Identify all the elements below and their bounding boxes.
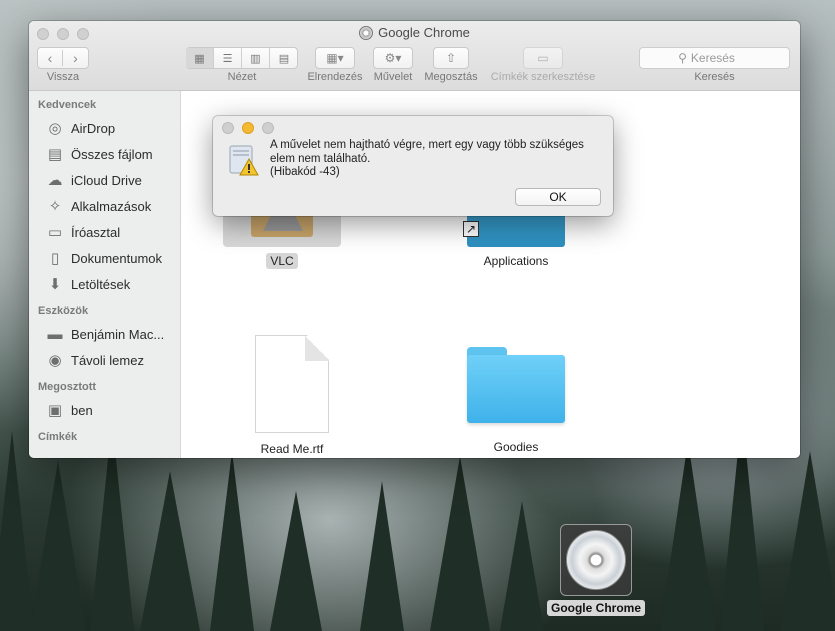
back-label: Vissza (46, 71, 80, 83)
file-item-readme[interactable]: Read Me.rtf (217, 335, 367, 457)
laptop-icon: ▬ (47, 325, 63, 343)
folder-icon (467, 347, 565, 423)
desktop-item-google-chrome[interactable]: Google Chrome (546, 524, 646, 616)
sidebar-item-label: Benjámin Mac... (71, 326, 165, 342)
view-segmented-control: ▦ ☰ ▥ ▤ (186, 47, 298, 69)
sidebar: Kedvencek ◎ AirDrop ▤ Összes fájlom ☁ iC… (29, 91, 181, 458)
arrange-button[interactable]: ▦▾ (315, 47, 355, 69)
sidebar-item-label: Dokumentumok (71, 250, 163, 266)
sidebar-item-airdrop[interactable]: ◎ AirDrop (29, 115, 180, 141)
back-button[interactable]: ‹ (38, 50, 64, 66)
sidebar-heading-tags: Címkék (38, 431, 78, 443)
sidebar-item-all-files[interactable]: ▤ Összes fájlom (29, 141, 180, 167)
window-title-text: Google Chrome (378, 25, 470, 40)
desktop-icon: ▭ (47, 224, 63, 241)
alert-error-code: (Hibakód -43) (270, 166, 340, 178)
alias-arrow-icon: ↗ (463, 221, 479, 237)
file-label: Read Me.rtf (260, 442, 324, 456)
share-icon: ⇧ (445, 51, 457, 65)
chevron-right-icon: › (73, 50, 78, 66)
downloads-icon: ⬇ (48, 276, 62, 293)
list-view-button[interactable]: ☰ (214, 48, 242, 68)
sidebar-item-documents[interactable]: ▯ Dokumentumok (29, 245, 180, 271)
file-label: VLC (266, 253, 298, 269)
documents-icon: ▯ (50, 250, 60, 267)
applications-icon: ✧ (48, 198, 62, 215)
alert-message: A művelet nem hajtható végre, mert egy v… (270, 139, 600, 180)
tag-icon: ▭ (537, 51, 549, 65)
ok-button[interactable]: OK (515, 188, 601, 206)
sidebar-item-remote-disc[interactable]: ◉ Távoli lemez (29, 347, 180, 373)
disk-image-icon (560, 524, 632, 596)
sidebar-item-icloud-drive[interactable]: ☁ iCloud Drive (29, 167, 180, 193)
sidebar-item-downloads[interactable]: ⬇ Letöltések (29, 271, 180, 297)
search-field[interactable]: ⚲ (639, 47, 790, 69)
file-item-goodies[interactable]: Goodies (441, 347, 591, 455)
search-label: Keresés (694, 71, 735, 83)
sidebar-item-desktop[interactable]: ▭ Íróasztal (29, 219, 180, 245)
icon-view-button[interactable]: ▦ (186, 48, 214, 68)
finder-window: Google Chrome ‹ › Vissza ▦ ☰ ▥ ▤ Nézet ▦… (29, 21, 800, 458)
action-label: Művelet (373, 71, 413, 83)
forward-button[interactable]: › (63, 50, 88, 66)
search-input[interactable] (690, 51, 751, 65)
sidebar-item-label: Alkalmazások (71, 198, 152, 214)
view-label: Nézet (227, 71, 257, 83)
sidebar-heading-favorites: Kedvencek (38, 99, 97, 111)
document-icon (254, 335, 330, 435)
share-label: Megosztás (424, 71, 478, 83)
arrange-label: Elrendezés (307, 71, 363, 83)
sidebar-item-label: Távoli lemez (71, 352, 144, 368)
alert-zoom-button[interactable] (262, 122, 274, 134)
columns-icon: ▥ (250, 52, 261, 65)
file-label: Applications (483, 254, 549, 268)
cloud-icon: ☁ (47, 172, 63, 189)
airdrop-icon: ◎ (48, 120, 62, 137)
sidebar-item-label: AirDrop (71, 120, 116, 136)
grid-icon: ▦ (194, 52, 205, 65)
column-view-button[interactable]: ▥ (242, 48, 270, 68)
arrange-icon: ▦▾ (326, 51, 344, 65)
window-title: Google Chrome (29, 25, 800, 40)
action-button[interactable]: ⚙▾ (373, 47, 413, 69)
edit-tags-button[interactable]: ▭ (523, 47, 563, 69)
sidebar-item-label: ben (71, 402, 93, 418)
sidebar-item-label: Letöltések (71, 276, 131, 292)
back-forward-control: ‹ › (37, 47, 89, 69)
desktop-item-label: Google Chrome (546, 600, 645, 616)
disc-icon: ◉ (48, 352, 62, 369)
alert-minimize-button[interactable] (242, 122, 254, 134)
gear-icon: ⚙▾ (384, 51, 402, 65)
sidebar-item-label: Összes fájlom (71, 146, 153, 162)
list-icon: ☰ (222, 52, 233, 65)
search-icon: ⚲ (678, 51, 687, 65)
sidebar-heading-shared: Megosztott (38, 381, 97, 393)
sidebar-item-label: Íróasztal (71, 224, 121, 240)
title-bar: Google Chrome ‹ › Vissza ▦ ☰ ▥ ▤ Nézet ▦… (29, 21, 800, 91)
share-button[interactable]: ⇧ (433, 47, 469, 69)
sidebar-item-label: iCloud Drive (71, 172, 142, 188)
error-alert-dialog: A művelet nem hajtható végre, mert egy v… (213, 116, 613, 216)
alert-close-button[interactable] (222, 122, 234, 134)
alert-message-text: A művelet nem hajtható végre, mert egy v… (270, 139, 584, 165)
chevron-left-icon: ‹ (47, 50, 53, 66)
disc-icon (359, 25, 374, 40)
sidebar-item-applications[interactable]: ✧ Alkalmazások (29, 193, 180, 219)
sidebar-heading-devices: Eszközök (38, 305, 89, 317)
sidebar-item-ben[interactable]: ▣ ben (29, 397, 180, 423)
monitor-icon: ▣ (47, 402, 63, 419)
coverflow-view-button[interactable]: ▤ (270, 48, 298, 68)
warning-icon (229, 145, 259, 176)
edit-tags-label: Címkék szerkesztése (490, 71, 596, 83)
file-label: Goodies (493, 440, 539, 454)
sidebar-item-mac[interactable]: ▬ Benjámin Mac... (29, 321, 180, 347)
all-files-icon: ▤ (47, 146, 63, 163)
coverflow-icon: ▤ (278, 52, 290, 65)
